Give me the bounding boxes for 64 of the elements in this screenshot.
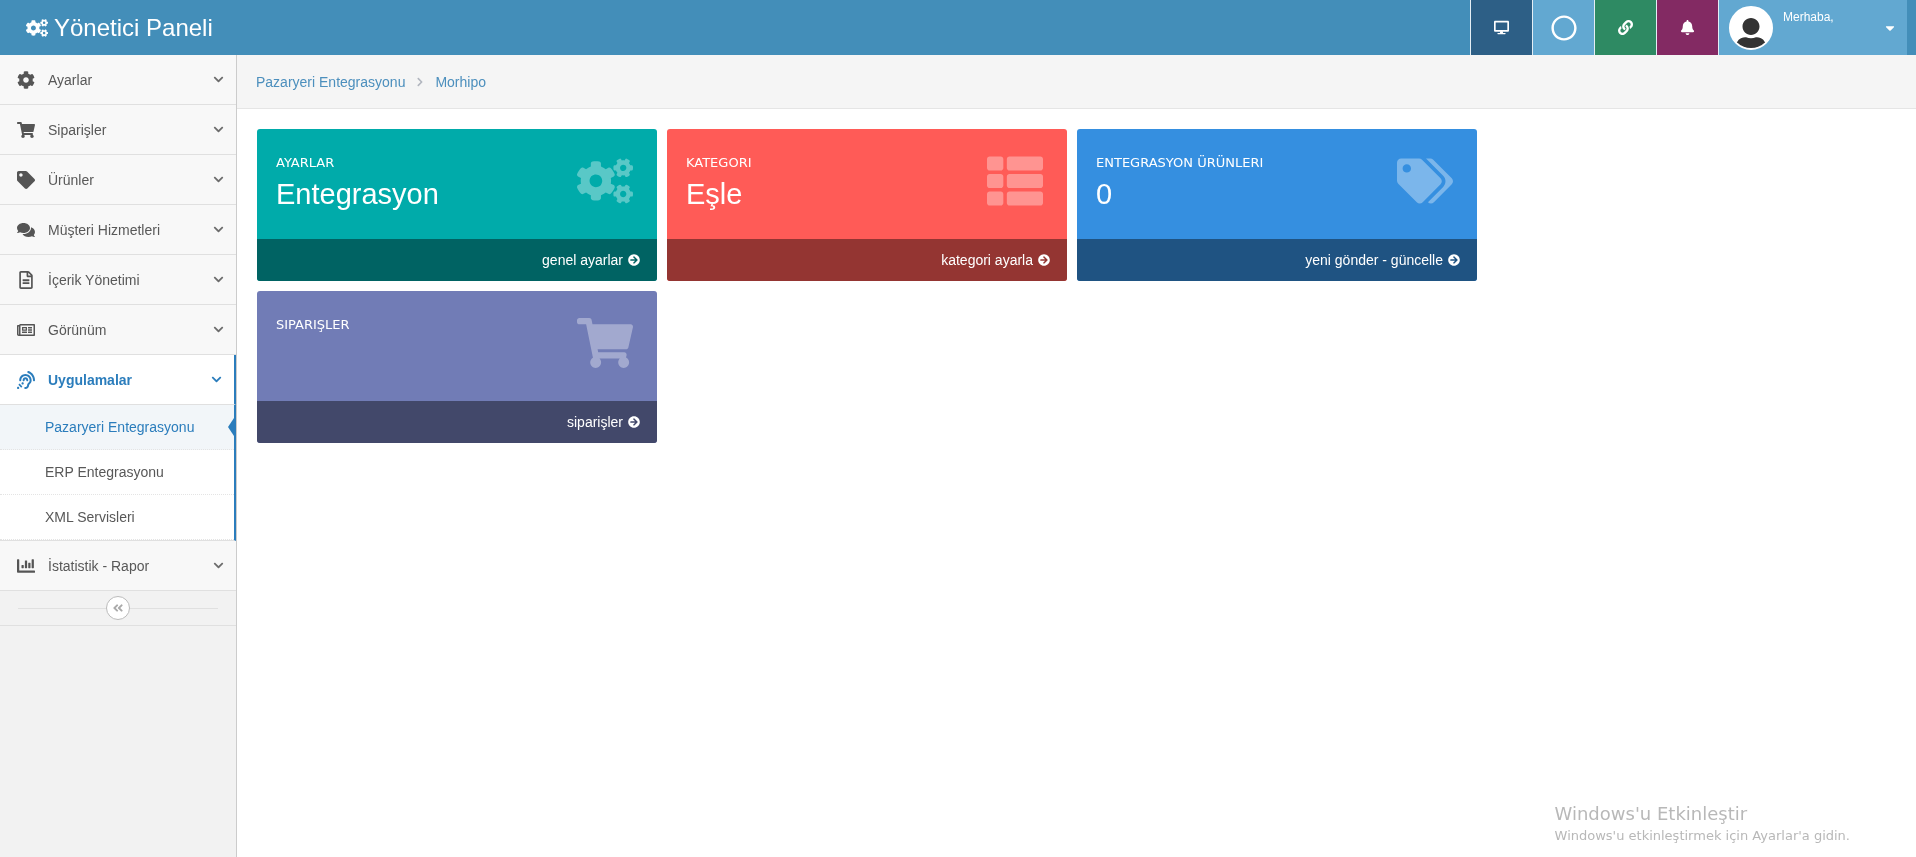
- card-link[interactable]: kategori ayarla: [667, 239, 1067, 281]
- chevron-icon: [213, 324, 224, 335]
- link-icon: [1618, 20, 1633, 35]
- bell-icon: [1680, 20, 1695, 35]
- card-caption: SIPARIŞLER: [276, 317, 350, 332]
- sidebar-item[interactable]: Siparişler: [0, 105, 236, 155]
- gears-icon: [26, 16, 48, 39]
- sidebar-item[interactable]: Görünüm: [0, 305, 236, 355]
- card-caption: ENTEGRASYON ÜRÜNLERI: [1096, 155, 1264, 170]
- sidebar-item[interactable]: Uygulamalar: [0, 355, 236, 405]
- arrow-right-icon: [1038, 254, 1050, 266]
- avatar-icon: [1729, 5, 1773, 50]
- sidebar-item[interactable]: Müşteri Hizmetleri: [0, 205, 236, 255]
- document-icon: [17, 270, 35, 289]
- sidebar-label: İçerik Yönetimi: [48, 271, 141, 288]
- sidebar-item[interactable]: İçerik Yönetimi: [0, 255, 236, 305]
- app-title: Yönetici Paneli: [54, 13, 213, 42]
- card-value: Eşle: [686, 178, 743, 211]
- arrow-right-icon: [628, 416, 640, 428]
- gear-icon: [17, 70, 35, 89]
- cart-icon: [17, 120, 35, 139]
- card-link[interactable]: genel ayarlar: [257, 239, 657, 281]
- activation-title: Windows'u Etkinleştir: [1554, 803, 1749, 824]
- arrow-right-icon: [628, 254, 640, 266]
- sidebar-label: Ayarlar: [48, 71, 94, 88]
- card-value: Entegrasyon: [276, 178, 439, 211]
- toolbar-button[interactable]: [1594, 0, 1656, 55]
- chevron-icon: [213, 560, 224, 571]
- card-link[interactable]: yeni gönder - güncelle: [1077, 239, 1477, 281]
- toolbar-button[interactable]: [1656, 0, 1718, 55]
- toolbar-button[interactable]: [1470, 0, 1532, 55]
- chevron-icon: [211, 374, 222, 385]
- ear-icon: [17, 370, 35, 389]
- greeting-text: Merhaba,: [1783, 10, 1835, 24]
- arrow-right-icon: [1448, 254, 1460, 266]
- activation-text: Windows'u etkinleştirmek için Ayarlar'a gidin.: [1554, 828, 1850, 843]
- submenu-item[interactable]: XML Servisleri: [0, 495, 234, 540]
- card-value: 0: [1096, 178, 1113, 211]
- card-caption: AYARLAR: [276, 155, 335, 170]
- sidebar-item[interactable]: Ürünler: [0, 155, 236, 205]
- submenu-item[interactable]: ERP Entegrasyonu: [0, 450, 234, 495]
- submenu-item[interactable]: Pazaryeri Entegrasyonu: [0, 405, 234, 450]
- cart-icon: [577, 315, 633, 371]
- monitor-icon: [1494, 20, 1509, 35]
- bar-chart-icon: [17, 556, 35, 575]
- sidebar-label: Ürünler: [48, 171, 95, 188]
- chevron-icon: [213, 124, 224, 135]
- card-caption: KATEGORI: [686, 155, 752, 170]
- chevron-icon: [213, 274, 224, 285]
- sidebar-label: İstatistik - Rapor: [48, 557, 151, 574]
- chevron-icon: [213, 74, 224, 85]
- sidebar-item[interactable]: Ayarlar: [0, 55, 236, 105]
- chevron-icon: [213, 224, 224, 235]
- chevron-icon: [213, 174, 224, 185]
- sidebar-label: Müşteri Hizmetleri: [48, 221, 161, 238]
- tag-icon: [17, 170, 35, 189]
- sidebar-label: Uygulamalar: [48, 371, 134, 388]
- sidebar-label: Görünüm: [48, 321, 108, 338]
- card-link[interactable]: siparişler: [257, 401, 657, 443]
- sidebar-item[interactable]: İstatistik - Rapor: [0, 541, 236, 591]
- double-chevron-icon: [112, 602, 124, 614]
- chat-icon: [17, 220, 35, 239]
- collapse-button[interactable]: [106, 596, 130, 620]
- sidebar-label: Siparişler: [48, 121, 108, 138]
